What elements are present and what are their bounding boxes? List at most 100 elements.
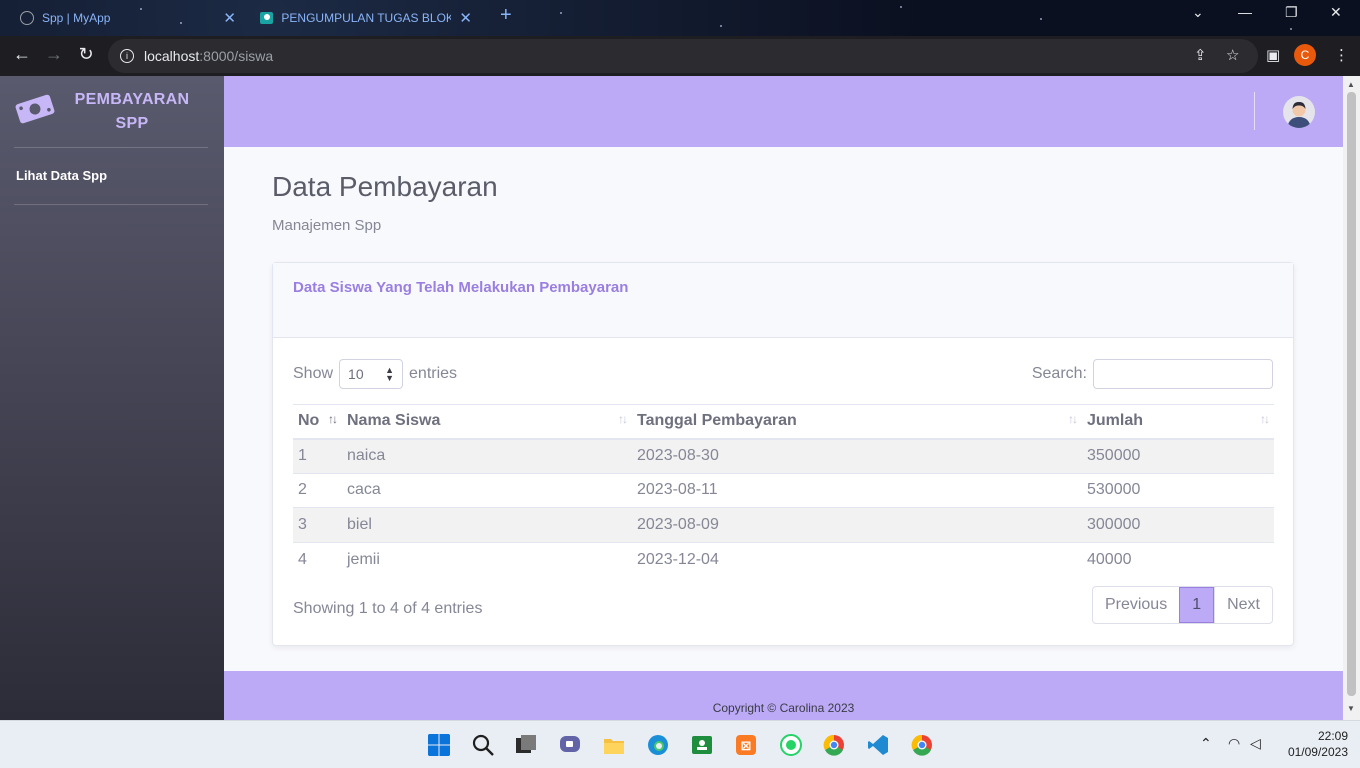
new-tab-icon[interactable]: + [500,4,512,27]
info-icon[interactable]: i [120,49,134,63]
page-title: Data Pembayaran [272,171,498,202]
clock-date: 01/09/2023 [1287,745,1348,759]
url-host: localhost [144,48,200,64]
scroll-down-icon[interactable]: ▼ [1347,704,1355,713]
svg-text:⊠: ⊠ [741,739,752,754]
profile-avatar[interactable]: C [1294,44,1316,66]
sort-asc-icon: ↑↓ [328,412,338,427]
classroom-app-icon[interactable] [690,733,714,757]
cell-jumlah: 530000 [1082,472,1274,508]
sidebar-divider [14,204,208,205]
page-length-value: 10 [348,366,364,382]
card-header: Data Siswa Yang Telah Melakukan Pembayar… [273,263,1293,338]
tab-search-icon[interactable]: ⌄ [1192,4,1204,21]
next-page-button[interactable]: Next [1214,587,1272,623]
scroll-up-icon[interactable]: ▲ [1347,80,1355,89]
classroom-icon [260,12,274,24]
cell-no: 1 [293,438,342,473]
back-icon[interactable]: ← [10,44,34,65]
brand-line2: SPP [115,115,149,132]
restore-icon[interactable]: ❐ [1285,4,1298,21]
user-icon [1287,101,1311,128]
chrome-icon[interactable] [822,733,846,757]
edge-browser-icon[interactable] [646,733,670,757]
address-bar[interactable]: i localhost:8000/siswa [108,39,1258,73]
brand-line1: PEMBAYARAN [74,91,190,108]
task-view-icon[interactable] [514,733,538,757]
tab-title: Spp | MyApp [42,11,111,25]
clock-time: 22:09 [1317,729,1348,743]
system-clock[interactable]: 22:09 01/09/2023 [1288,728,1348,760]
search-icon[interactable] [471,733,495,757]
cell-tanggal: 2023-08-09 [632,507,1082,542]
sidebar-item-lihat-data-spp[interactable]: Lihat Data Spp [16,168,107,183]
more-menu-icon[interactable]: ⋮ [1334,46,1349,64]
sort-icon: ↑↓ [618,412,628,427]
table-row: 3 biel 2023-08-09 300000 [293,507,1274,542]
globe-icon [20,11,34,25]
bookmark-star-icon[interactable]: ☆ [1226,46,1239,64]
table-row: 2 caca 2023-08-11 530000 [293,472,1274,508]
chrome-profile-icon[interactable] [910,733,934,757]
cell-nama: jemii [342,541,632,577]
topbar-divider [1254,92,1255,130]
column-header-no[interactable]: No ↑↓ [293,404,342,440]
side-panel-icon[interactable]: ▣ [1266,46,1280,64]
windows-start-icon[interactable] [427,733,451,757]
close-tab-icon[interactable]: ✕ [223,9,236,27]
column-header-tanggal[interactable]: Tanggal Pembayaran ↑↓ [632,404,1082,440]
cell-jumlah: 40000 [1082,541,1274,577]
close-window-icon[interactable]: ✕ [1330,4,1342,21]
page-length-select[interactable]: 10 ▲ ▼ [339,359,404,389]
cell-jumlah: 300000 [1082,507,1274,542]
minimize-icon[interactable]: — [1238,4,1252,20]
main-content: Data Pembayaran Manajemen Spp Data Siswa… [224,147,1343,671]
cell-jumlah: 350000 [1082,438,1274,473]
cell-tanggal: 2023-08-11 [632,472,1082,508]
column-label: No [298,412,320,430]
share-icon[interactable]: ⇪ [1194,46,1207,64]
file-explorer-icon[interactable] [602,733,626,757]
browser-tab-spp[interactable]: Spp | MyApp ✕ [10,4,246,32]
table-info: Showing 1 to 4 of 4 entries [293,600,483,617]
pagination: Previous 1 Next [1091,586,1273,624]
column-header-nama[interactable]: Nama Siswa ↑↓ [342,404,632,440]
user-avatar[interactable] [1283,96,1315,128]
select-arrows-icon: ▲ ▼ [385,365,395,383]
money-icon [15,94,55,124]
tray-overflow-icon[interactable]: ⌃ [1200,735,1212,752]
search-control: Search: [1032,359,1273,389]
url-path: :8000/siswa [199,48,274,64]
search-input[interactable] [1093,359,1273,389]
close-tab-icon[interactable]: ✕ [459,9,472,27]
sidebar-brand[interactable]: PEMBAYARAN SPP [0,76,224,146]
forward-icon[interactable]: → [42,44,66,65]
cell-nama: naica [342,438,632,473]
scroll-thumb[interactable] [1347,92,1356,696]
cell-no: 3 [293,507,342,542]
page-subtitle: Manajemen Spp [272,217,382,234]
column-header-jumlah[interactable]: Jumlah ↑↓ [1082,404,1274,440]
teams-chat-icon[interactable] [558,733,582,757]
column-label: Jumlah [1087,412,1144,430]
wifi-icon[interactable]: ◠ [1228,735,1240,752]
volume-icon[interactable]: ◁ [1250,735,1261,752]
os-taskbar: ⊠ ⌃ ◠ ◁ 22:09 01/09/2023 [0,720,1360,768]
page-length-control: Show 10 ▲ ▼ entries [293,359,457,389]
sort-icon: ↑↓ [1260,412,1270,427]
copyright-text: Copyright © Carolina 2023 [712,701,855,715]
xampp-icon[interactable]: ⊠ [734,733,758,757]
vscode-icon[interactable] [866,733,890,757]
reload-icon[interactable]: ↻ [74,44,98,65]
previous-page-button[interactable]: Previous [1093,587,1179,623]
whatsapp-icon[interactable] [779,733,803,757]
cell-nama: caca [342,472,632,508]
data-card: Data Siswa Yang Telah Melakukan Pembayar… [272,262,1294,646]
browser-tab-classroom[interactable]: PENGUMPULAN TUGAS BLOKING ✕ [250,4,482,32]
column-label: Tanggal Pembayaran [637,412,797,430]
page-1-button[interactable]: 1 [1179,587,1215,623]
page-scrollbar[interactable]: ▲ ▼ [1343,76,1360,720]
topbar [224,76,1343,147]
search-label: Search: [1031,365,1087,382]
show-label: Show [293,365,334,382]
